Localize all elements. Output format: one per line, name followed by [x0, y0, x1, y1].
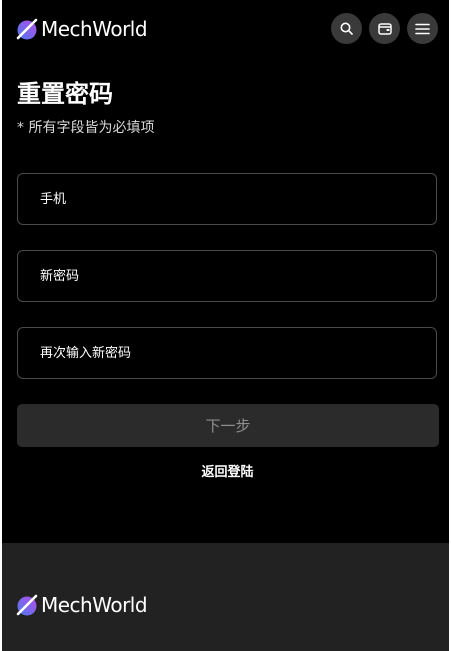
brand-logo[interactable]: MechWorld	[16, 16, 148, 42]
required-fields-note: * 所有字段皆为必填项	[17, 120, 155, 136]
mechworld-logo-icon	[16, 594, 38, 616]
wallet-button[interactable]	[369, 13, 400, 44]
new-password-field	[17, 250, 437, 302]
back-to-login-link[interactable]: 返回登陆	[2, 463, 449, 483]
menu-button[interactable]	[407, 13, 438, 44]
search-icon	[340, 22, 353, 35]
brand-name: MechWorld	[41, 17, 148, 41]
confirm-password-input[interactable]	[18, 328, 436, 378]
top-header: MechWorld	[2, 0, 449, 58]
footer-brand-name: MechWorld	[41, 593, 148, 617]
search-button[interactable]	[331, 13, 362, 44]
confirm-password-field	[17, 327, 437, 379]
page-footer: MechWorld	[2, 543, 449, 651]
page-title: 重置密码	[17, 80, 113, 108]
phone-input[interactable]	[18, 174, 436, 224]
page-frame: MechWorld 重置密码 * 所有字段皆为必填项 手机 下一步 返回登陆 M…	[2, 0, 449, 651]
phone-field	[17, 173, 437, 225]
new-password-input[interactable]	[18, 251, 436, 301]
next-step-button[interactable]: 下一步	[17, 404, 439, 447]
hamburger-menu-icon	[415, 23, 430, 34]
footer-brand-logo[interactable]: MechWorld	[16, 592, 148, 618]
wallet-icon	[377, 22, 392, 35]
mechworld-logo-icon	[16, 18, 38, 40]
